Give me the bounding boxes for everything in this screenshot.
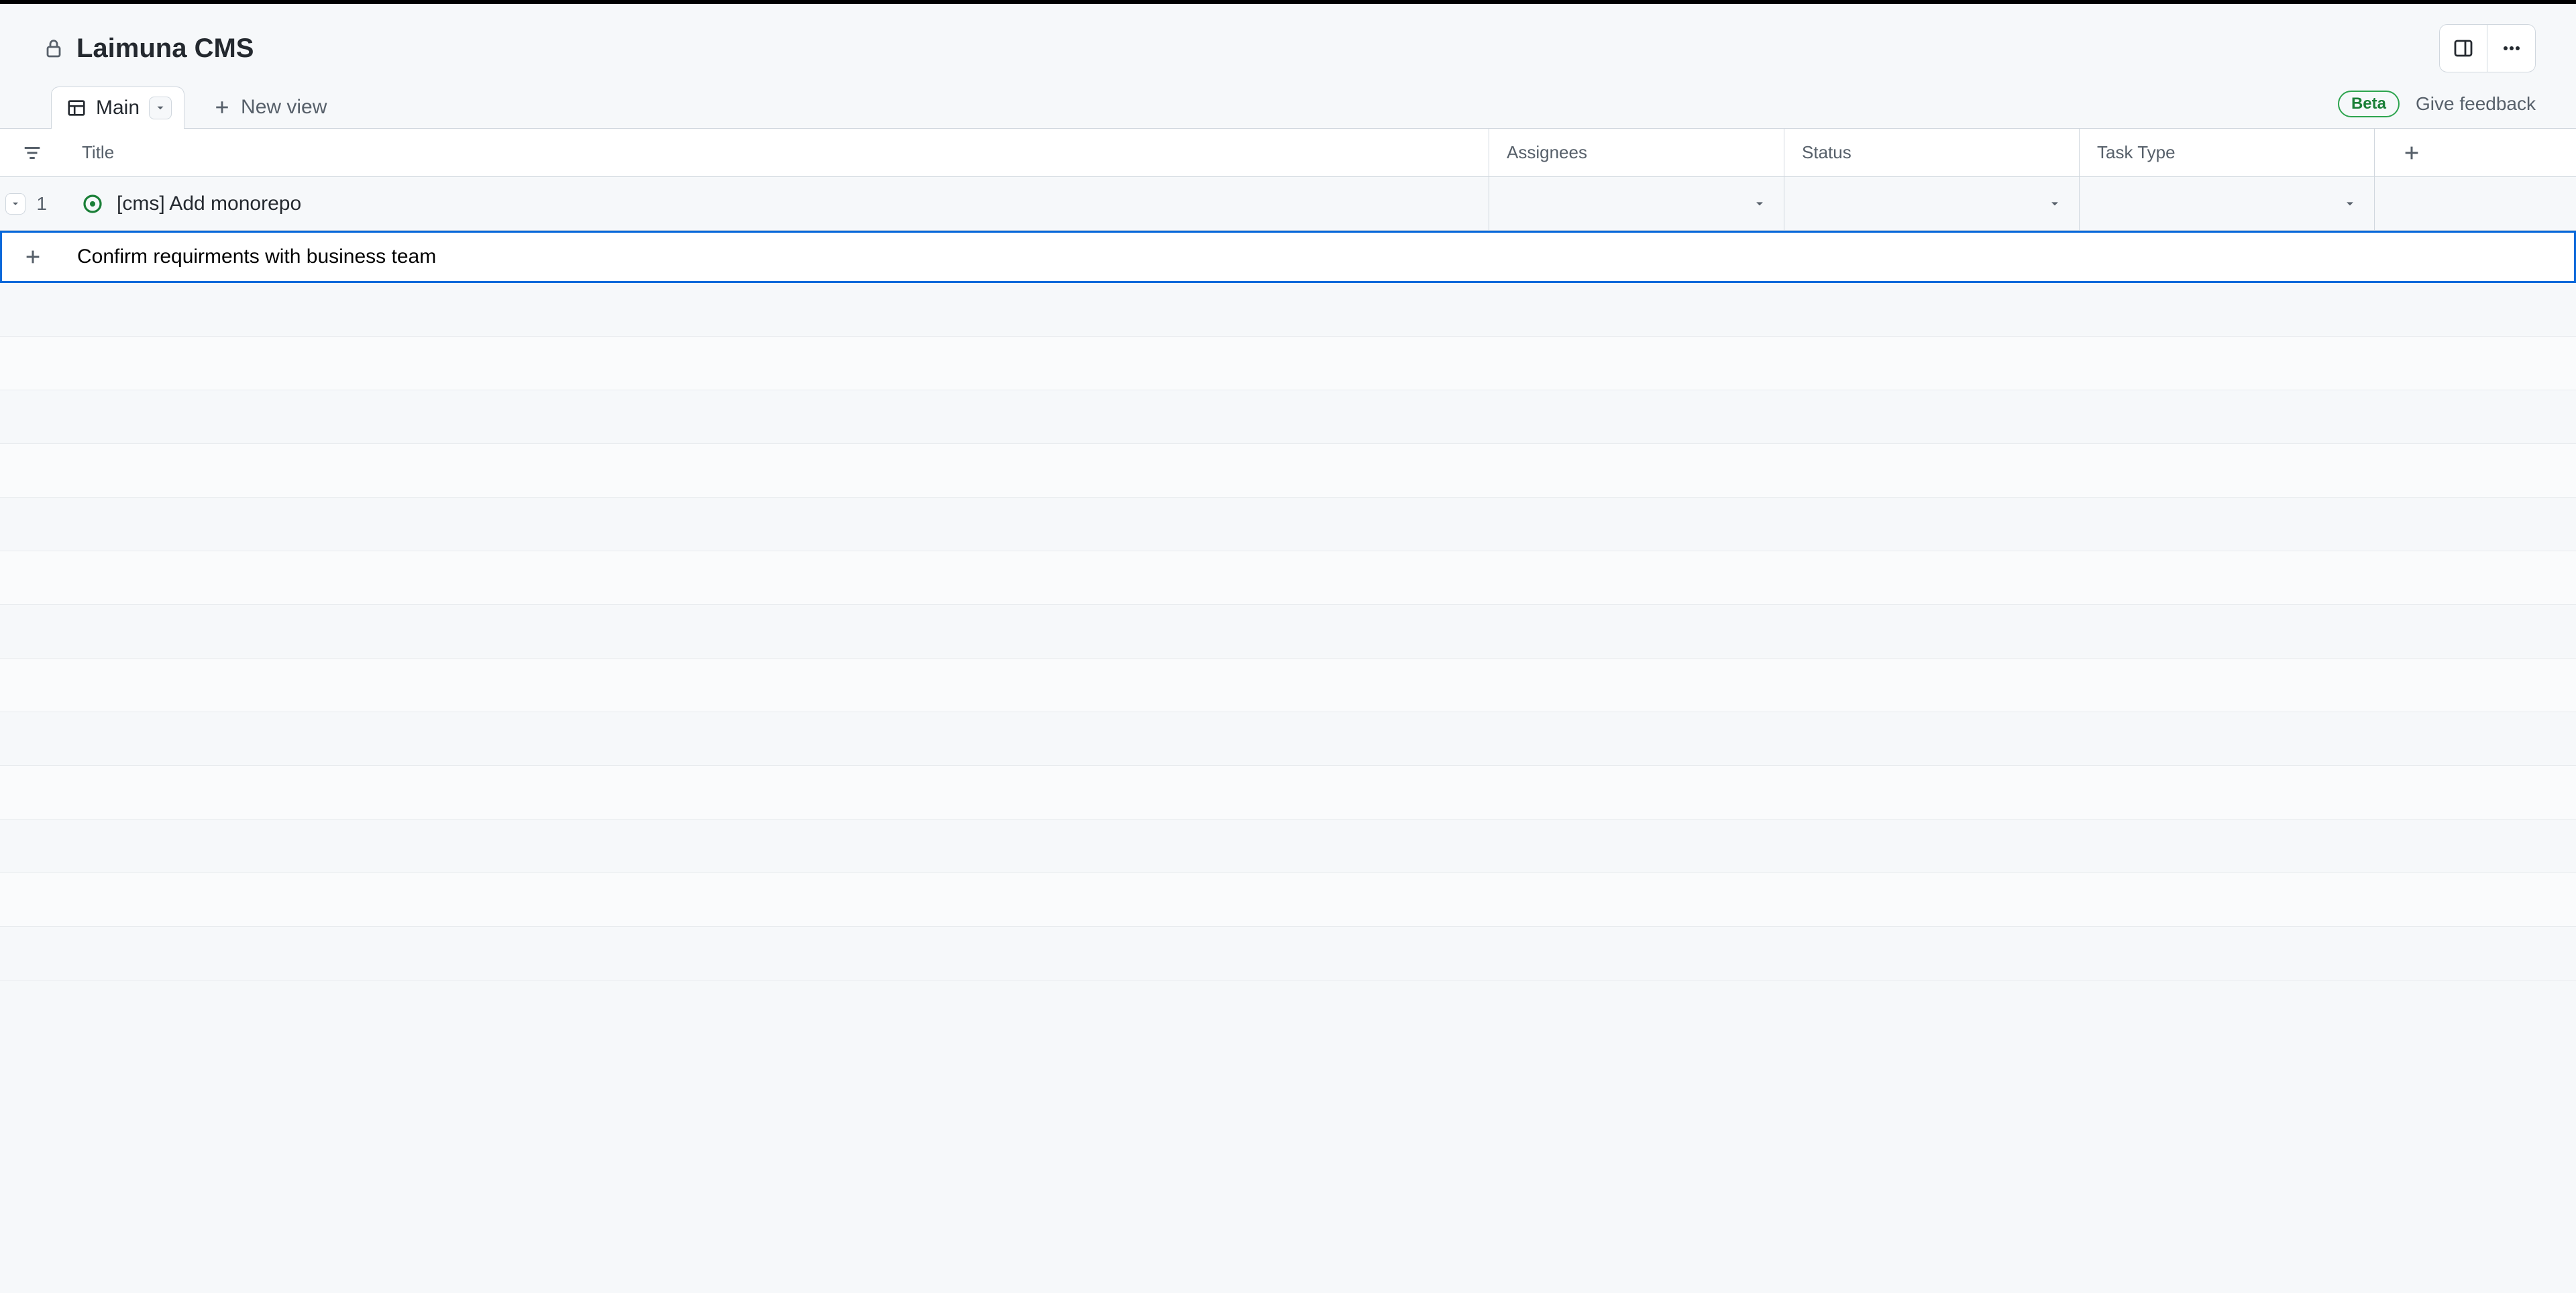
new-view-label: New view: [241, 96, 327, 119]
table-layout-icon: [66, 98, 87, 118]
panel-icon: [2453, 38, 2474, 59]
column-header-title-label: Title: [82, 142, 114, 163]
row-menu-button[interactable]: [5, 193, 25, 215]
empty-row: [0, 337, 2576, 390]
empty-row: [0, 659, 2576, 712]
new-view-button[interactable]: New view: [201, 87, 339, 128]
header-left: Laimuna CMS: [43, 34, 254, 64]
title-cell[interactable]: [cms] Add monorepo: [64, 177, 1489, 230]
column-header-status[interactable]: Status: [1784, 129, 2080, 176]
tasktype-cell[interactable]: [2080, 177, 2375, 230]
table-row[interactable]: 1 [cms] Add monorepo: [0, 177, 2576, 231]
empty-row: [0, 766, 2576, 820]
project-title[interactable]: Laimuna CMS: [76, 34, 254, 64]
header-right: [2439, 24, 2536, 72]
empty-row: [0, 820, 2576, 873]
views-tab-row: Main New view Beta Give feedback: [0, 86, 2576, 129]
status-cell[interactable]: [1784, 177, 2080, 230]
empty-row: [0, 873, 2576, 927]
filter-button[interactable]: [0, 129, 64, 176]
column-header-status-label: Status: [1802, 142, 1851, 163]
give-feedback-link[interactable]: Give feedback: [2416, 93, 2536, 115]
issue-title: [cms] Add monorepo: [117, 192, 301, 215]
column-header-assignees-label: Assignees: [1507, 142, 1587, 163]
lock-icon: [43, 38, 64, 59]
column-header-assignees[interactable]: Assignees: [1489, 129, 1784, 176]
row-number: 1: [36, 193, 47, 215]
column-header-tasktype-label: Task Type: [2097, 142, 2176, 163]
row-trailing-cell: [2375, 177, 2576, 230]
empty-row: [0, 551, 2576, 605]
chevron-down-icon: [1753, 197, 1766, 211]
empty-row: [0, 712, 2576, 766]
beta-badge: Beta: [2338, 91, 2400, 117]
panel-toggle-button[interactable]: [2439, 24, 2487, 72]
chevron-down-icon: [2048, 197, 2061, 211]
empty-row: [0, 498, 2576, 551]
empty-rows: [0, 283, 2576, 980]
issue-open-icon: [82, 193, 103, 215]
more-options-button[interactable]: [2487, 24, 2536, 72]
table-header-row: Title Assignees Status Task Type: [0, 129, 2576, 177]
kebab-icon: [2501, 38, 2522, 59]
empty-row: [0, 444, 2576, 498]
add-item-input[interactable]: [64, 233, 2574, 281]
tab-main[interactable]: Main: [51, 87, 184, 129]
project-header: Laimuna CMS: [0, 4, 2576, 86]
empty-row: [0, 390, 2576, 444]
empty-row: [0, 927, 2576, 980]
tab-options-button[interactable]: [149, 97, 172, 119]
add-column-button[interactable]: [2375, 129, 2576, 176]
chevron-down-icon: [2343, 197, 2357, 211]
tabs-right: Beta Give feedback: [2338, 91, 2536, 124]
tabs-left: Main New view: [51, 86, 339, 128]
column-header-title[interactable]: Title: [64, 129, 1489, 176]
add-item-plus: [2, 233, 64, 281]
add-item-row[interactable]: [0, 231, 2576, 283]
assignees-cell[interactable]: [1489, 177, 1784, 230]
empty-row: [0, 605, 2576, 659]
tab-label: Main: [96, 97, 140, 119]
empty-row: [0, 283, 2576, 337]
row-number-cell: 1: [0, 177, 64, 230]
plus-icon: [213, 98, 231, 117]
column-header-tasktype[interactable]: Task Type: [2080, 129, 2375, 176]
